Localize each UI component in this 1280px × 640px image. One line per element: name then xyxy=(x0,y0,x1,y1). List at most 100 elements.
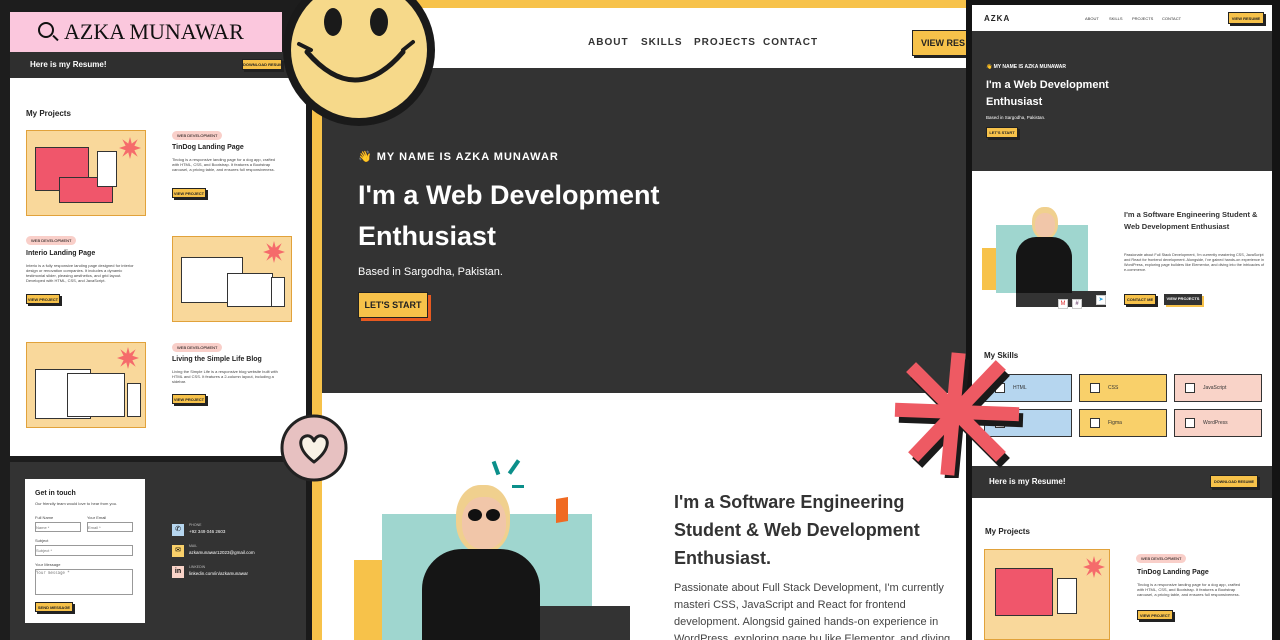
resume-title-left: Here is my Resume! xyxy=(30,60,107,69)
skill-card: Figma xyxy=(1079,409,1167,437)
right-about-body: Passionate about Full Stack Development,… xyxy=(1124,253,1265,272)
project-tag-1: WEB DEVELOPMENT xyxy=(172,131,223,140)
asterisk-sticker xyxy=(892,352,1024,482)
skill-label: CSS xyxy=(1108,385,1119,391)
logo-banner-text: AZKA MUNAWAR xyxy=(64,19,244,44)
project-tag-3: WEB DEVELOPMENT xyxy=(172,343,223,352)
full-name-input[interactable] xyxy=(35,522,81,532)
nav-projects[interactable]: PROJECTS xyxy=(694,37,756,48)
project-title-2: Interio Landing Page xyxy=(26,250,96,257)
email-label: Your Email xyxy=(87,515,107,520)
nav-skills[interactable]: SKILLS xyxy=(641,37,683,48)
right-nav-about[interactable]: ABOUT xyxy=(1085,16,1099,21)
contact-info-linkedin: in LINKEDIN linkedin.com/in/azkamunawar xyxy=(172,565,292,579)
right-download-resume-button[interactable]: DOWNLOAD RESUME xyxy=(1210,475,1258,488)
skill-label: JavaScript xyxy=(1203,385,1227,391)
mail-label: MAIL xyxy=(189,544,198,548)
right-lets-start-button[interactable]: LET'S START xyxy=(986,127,1018,138)
skill-label: Figma xyxy=(1108,420,1122,426)
linkedin-value[interactable]: linkedin.com/in/azkamunawar xyxy=(189,571,248,576)
phone-icon: ✆ xyxy=(172,524,184,536)
right-hero-title: I'm a Web Development Enthusiast xyxy=(986,79,1109,108)
mail-icon: ✉ xyxy=(172,545,184,557)
right-nav-logo[interactable]: AZKA xyxy=(984,14,1010,23)
view-project-button-2[interactable]: VIEW PROJECT xyxy=(26,294,60,304)
subject-input[interactable] xyxy=(35,545,133,556)
skill-card: CSS xyxy=(1079,374,1167,402)
search-icon-handle xyxy=(52,34,59,42)
nav-contact[interactable]: CONTACT xyxy=(763,37,818,48)
right-project-desc: Tindog is a responsive landing page for … xyxy=(1137,582,1241,597)
about-deco-orange xyxy=(556,496,568,524)
skill-icon xyxy=(1185,383,1195,393)
right-project-image-tindog xyxy=(984,549,1110,640)
heart-badge xyxy=(280,414,348,482)
skill-icon xyxy=(1090,383,1100,393)
resume-bar-left: Here is my Resume! DOWNLOAD RESUME xyxy=(10,52,306,78)
contact-info-mail: ✉ MAIL azkamunawar12023@gmail.com xyxy=(172,544,292,558)
right-about: M # ➤ I'm a Software Engineering Student… xyxy=(972,171,1272,349)
nav-about[interactable]: ABOUT xyxy=(588,37,629,48)
right-view-projects-button[interactable]: VIEW PROJECTS xyxy=(1164,294,1202,305)
project-desc-2: Interio is a fully responsive landing pa… xyxy=(26,263,134,283)
mail-value[interactable]: azkamunawar12023@gmail.com xyxy=(189,550,255,555)
project-image-interio xyxy=(172,236,292,322)
linkedin-label: LINKEDIN xyxy=(189,565,206,569)
smiley-sticker xyxy=(271,0,447,140)
contact-subtitle: Our friendly team would love to hear fro… xyxy=(35,501,118,506)
right-hero-subtitle: Based in Sargodha, Pakistan. xyxy=(986,115,1046,120)
linkedin-icon: in xyxy=(172,566,184,578)
collage: AZKA MUNAWAR Here is my Resume! DOWNLOAD… xyxy=(0,0,1280,640)
view-resume-button[interactable]: VIEW RES xyxy=(912,30,972,56)
view-project-button-3[interactable]: VIEW PROJECT xyxy=(172,394,206,404)
about-section: I'm a Software Engineering Student & Web… xyxy=(322,393,972,640)
skills-grid: HTML CSS JavaScript Figma WordPress xyxy=(984,374,1264,438)
phone-label: PHONE xyxy=(189,523,202,527)
email-input[interactable] xyxy=(87,522,133,532)
skill-icon xyxy=(1090,418,1100,428)
hero-eyebrow: 👋 MY NAME IS AZKA MUNAWAR xyxy=(358,151,559,163)
profile-photo xyxy=(422,485,542,640)
right-profile-photo xyxy=(1016,207,1072,293)
right-page: AZKA ABOUT SKILLS PROJECTS CONTACT VIEW … xyxy=(972,5,1272,640)
contact-title: Get in touch xyxy=(35,490,76,497)
project-title-3: Living the Simple Life Blog xyxy=(172,356,262,363)
about-title: I'm a Software Engineering Student & Web… xyxy=(674,492,920,568)
project-desc-1: Tindog is a responsive landing page for … xyxy=(172,157,276,172)
right-about-title: I'm a Software Engineering Student & Web… xyxy=(1124,210,1258,231)
projects-title-left: My Projects xyxy=(26,109,71,118)
skill-icon xyxy=(1185,418,1195,428)
project-tag-2: WEB DEVELOPMENT xyxy=(26,236,77,245)
skill-card: WordPress xyxy=(1174,409,1262,437)
skill-label: WordPress xyxy=(1203,420,1228,426)
view-project-button-1[interactable]: VIEW PROJECT xyxy=(172,188,206,198)
right-nav-skills[interactable]: SKILLS xyxy=(1109,16,1123,21)
right-resume-title: Here is my Resume! xyxy=(989,477,1066,486)
right-app-icons: M # ➤ xyxy=(1058,295,1108,313)
full-name-label: Full Name xyxy=(35,515,54,520)
send-message-button[interactable]: SEND MESSAGE xyxy=(35,602,73,612)
right-nav-contact[interactable]: CONTACT xyxy=(1162,16,1181,21)
contact-form-card: Get in touch Our friendly team would lov… xyxy=(25,479,145,623)
right-view-resume-button[interactable]: VIEW RESUME xyxy=(1228,12,1264,24)
right-hero: 👋 MY NAME IS AZKA MUNAWAR I'm a Web Deve… xyxy=(972,31,1272,171)
right-contact-me-button[interactable]: CONTACT ME xyxy=(1124,294,1156,305)
about-deco-lines xyxy=(491,460,501,476)
about-deco-lines-2 xyxy=(507,459,521,475)
right-projects-title: My Projects xyxy=(985,527,1030,536)
right-nav-projects[interactable]: PROJECTS xyxy=(1132,16,1153,21)
phone-value: +92 349 046 2603 xyxy=(189,529,226,534)
right-project-tag: WEB DEVELOPMENT xyxy=(1136,554,1187,563)
contact-info-phone: ✆ PHONE +92 349 046 2603 xyxy=(172,523,292,537)
project-image-tindog xyxy=(26,130,146,216)
message-input[interactable] xyxy=(35,569,133,595)
lets-start-button[interactable]: LET'S START xyxy=(358,292,428,318)
right-view-project-button[interactable]: VIEW PROJECT xyxy=(1137,610,1173,620)
right-projects: My Projects WEB DEVELOPMENT TinDog Landi… xyxy=(972,498,1272,640)
message-label: Your Message xyxy=(35,562,61,567)
about-bg-block-yellow xyxy=(354,560,382,640)
subject-label: Subject xyxy=(35,538,49,543)
about-body: Passionate about Full Stack Development,… xyxy=(674,582,951,640)
skill-card: JavaScript xyxy=(1174,374,1262,402)
hero-subtitle: Based in Sargodha, Pakistan. xyxy=(358,266,503,278)
